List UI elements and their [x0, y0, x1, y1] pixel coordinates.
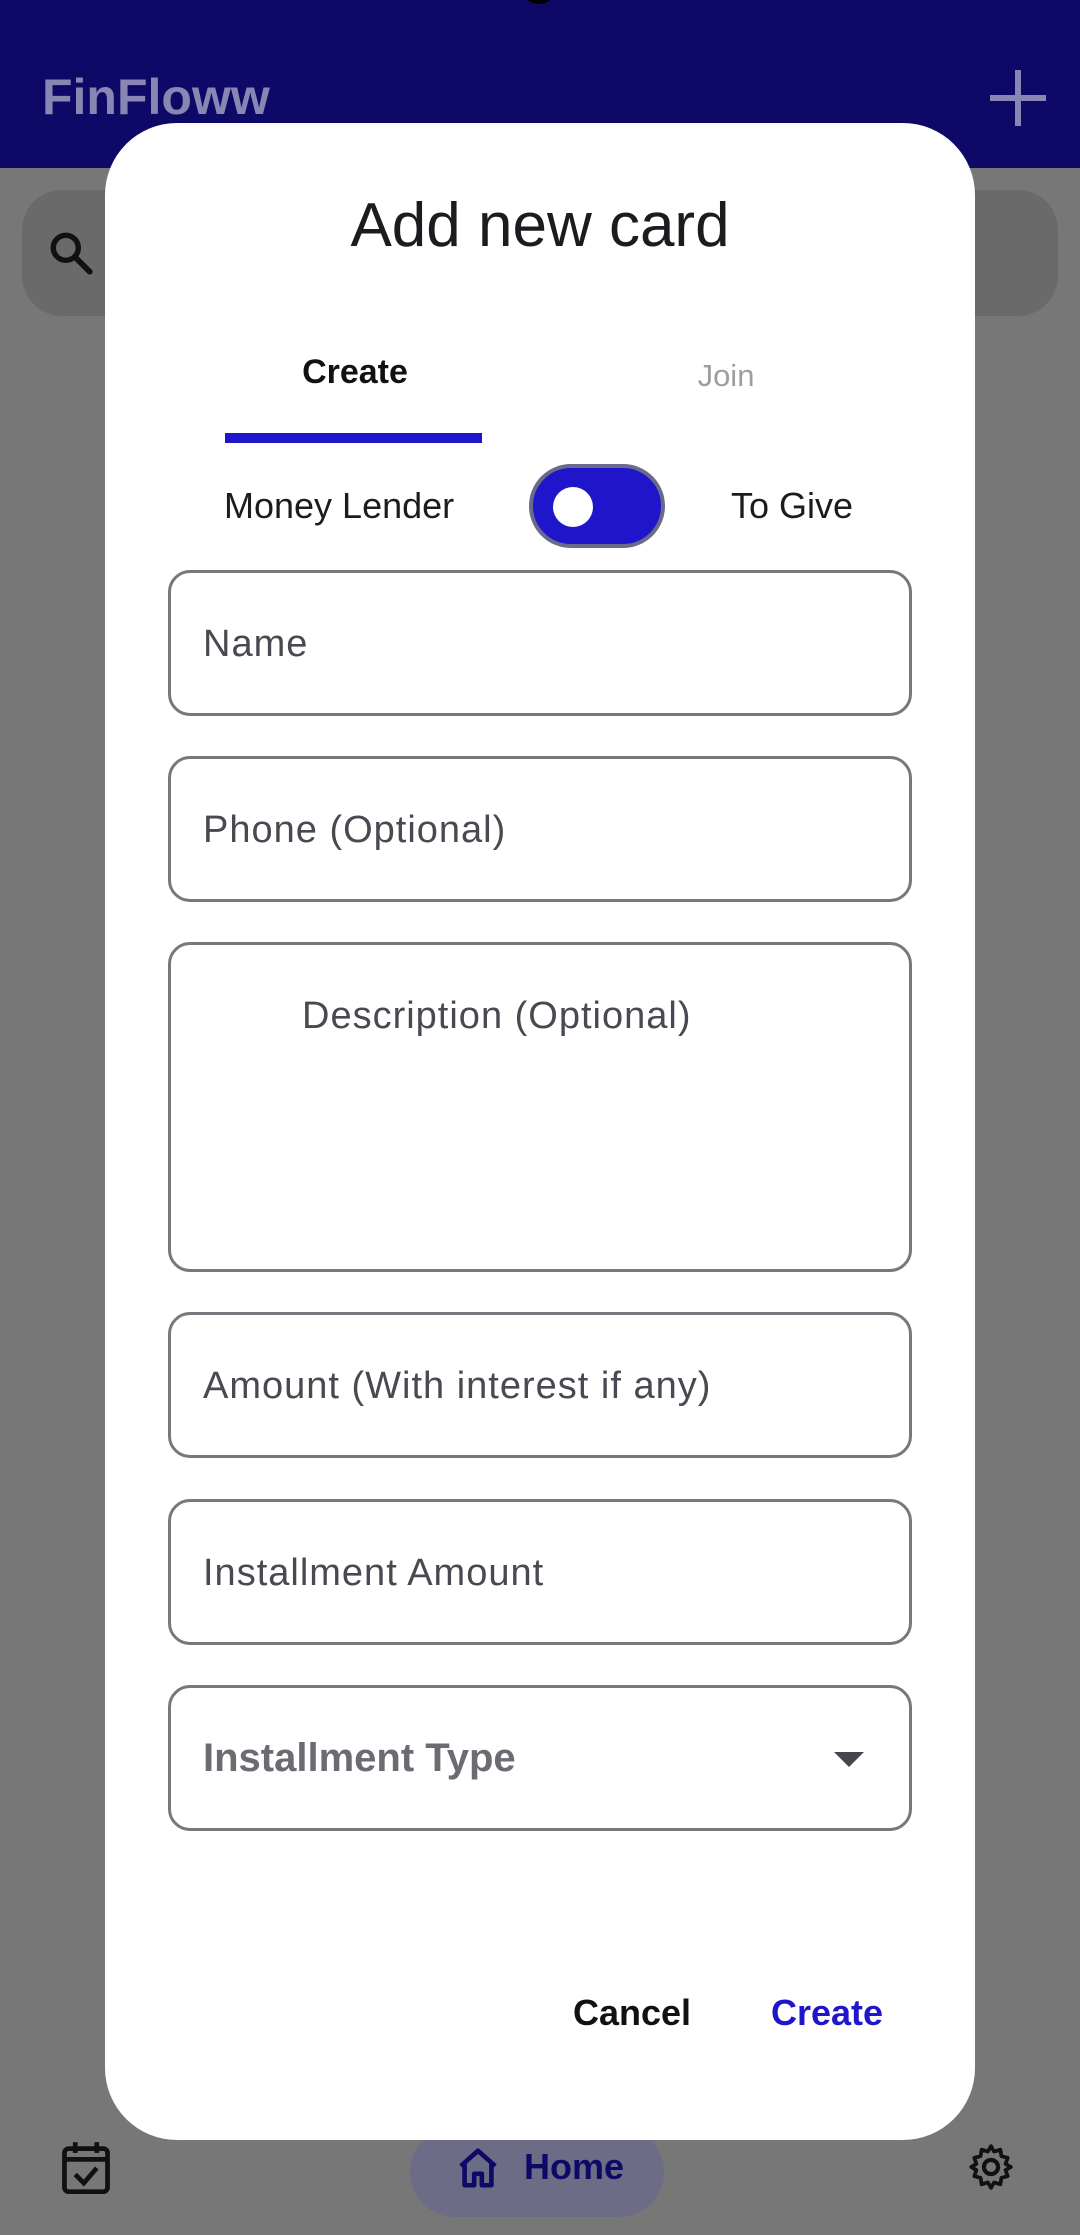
installment-type-dropdown[interactable]: Installment Type [168, 1685, 912, 1831]
tab-create[interactable]: Create [225, 353, 485, 392]
create-button[interactable]: Create [771, 1992, 883, 2034]
switch-knob [553, 487, 593, 527]
amount-field[interactable]: Amount (With interest if any) [168, 1312, 912, 1458]
name-field-label: Name [203, 623, 309, 665]
lender-give-switch[interactable] [529, 464, 665, 548]
phone-field-label: Phone (Optional) [203, 809, 507, 851]
name-field[interactable]: Name [168, 570, 912, 716]
app-title: FinFloww [42, 69, 270, 125]
home-icon [459, 2148, 497, 2188]
installment-type-label: Installment Type [203, 1736, 516, 1780]
calendar-check-icon[interactable] [60, 2140, 112, 2196]
toggle-label-money-lender: Money Lender [224, 485, 455, 526]
dropdown-arrow-icon[interactable] [834, 1752, 864, 1767]
installment-amount-field-label: Installment Amount [203, 1552, 545, 1594]
dialog-title: Add new card [350, 191, 730, 260]
description-field[interactable]: Description (Optional) [168, 942, 912, 1272]
nav-home-label: Home [524, 2146, 625, 2187]
gear-icon[interactable] [966, 2142, 1016, 2192]
installment-amount-field[interactable]: Installment Amount [168, 1499, 912, 1645]
add-icon[interactable] [990, 70, 1046, 126]
description-field-label: Description (Optional) [302, 995, 692, 1037]
tab-indicator [225, 433, 482, 443]
toggle-label-to-give: To Give [731, 485, 854, 526]
cancel-button[interactable]: Cancel [573, 1992, 691, 2034]
amount-field-label: Amount (With interest if any) [203, 1365, 712, 1407]
phone-field[interactable]: Phone (Optional) [168, 756, 912, 902]
tab-join[interactable]: Join [596, 358, 856, 394]
